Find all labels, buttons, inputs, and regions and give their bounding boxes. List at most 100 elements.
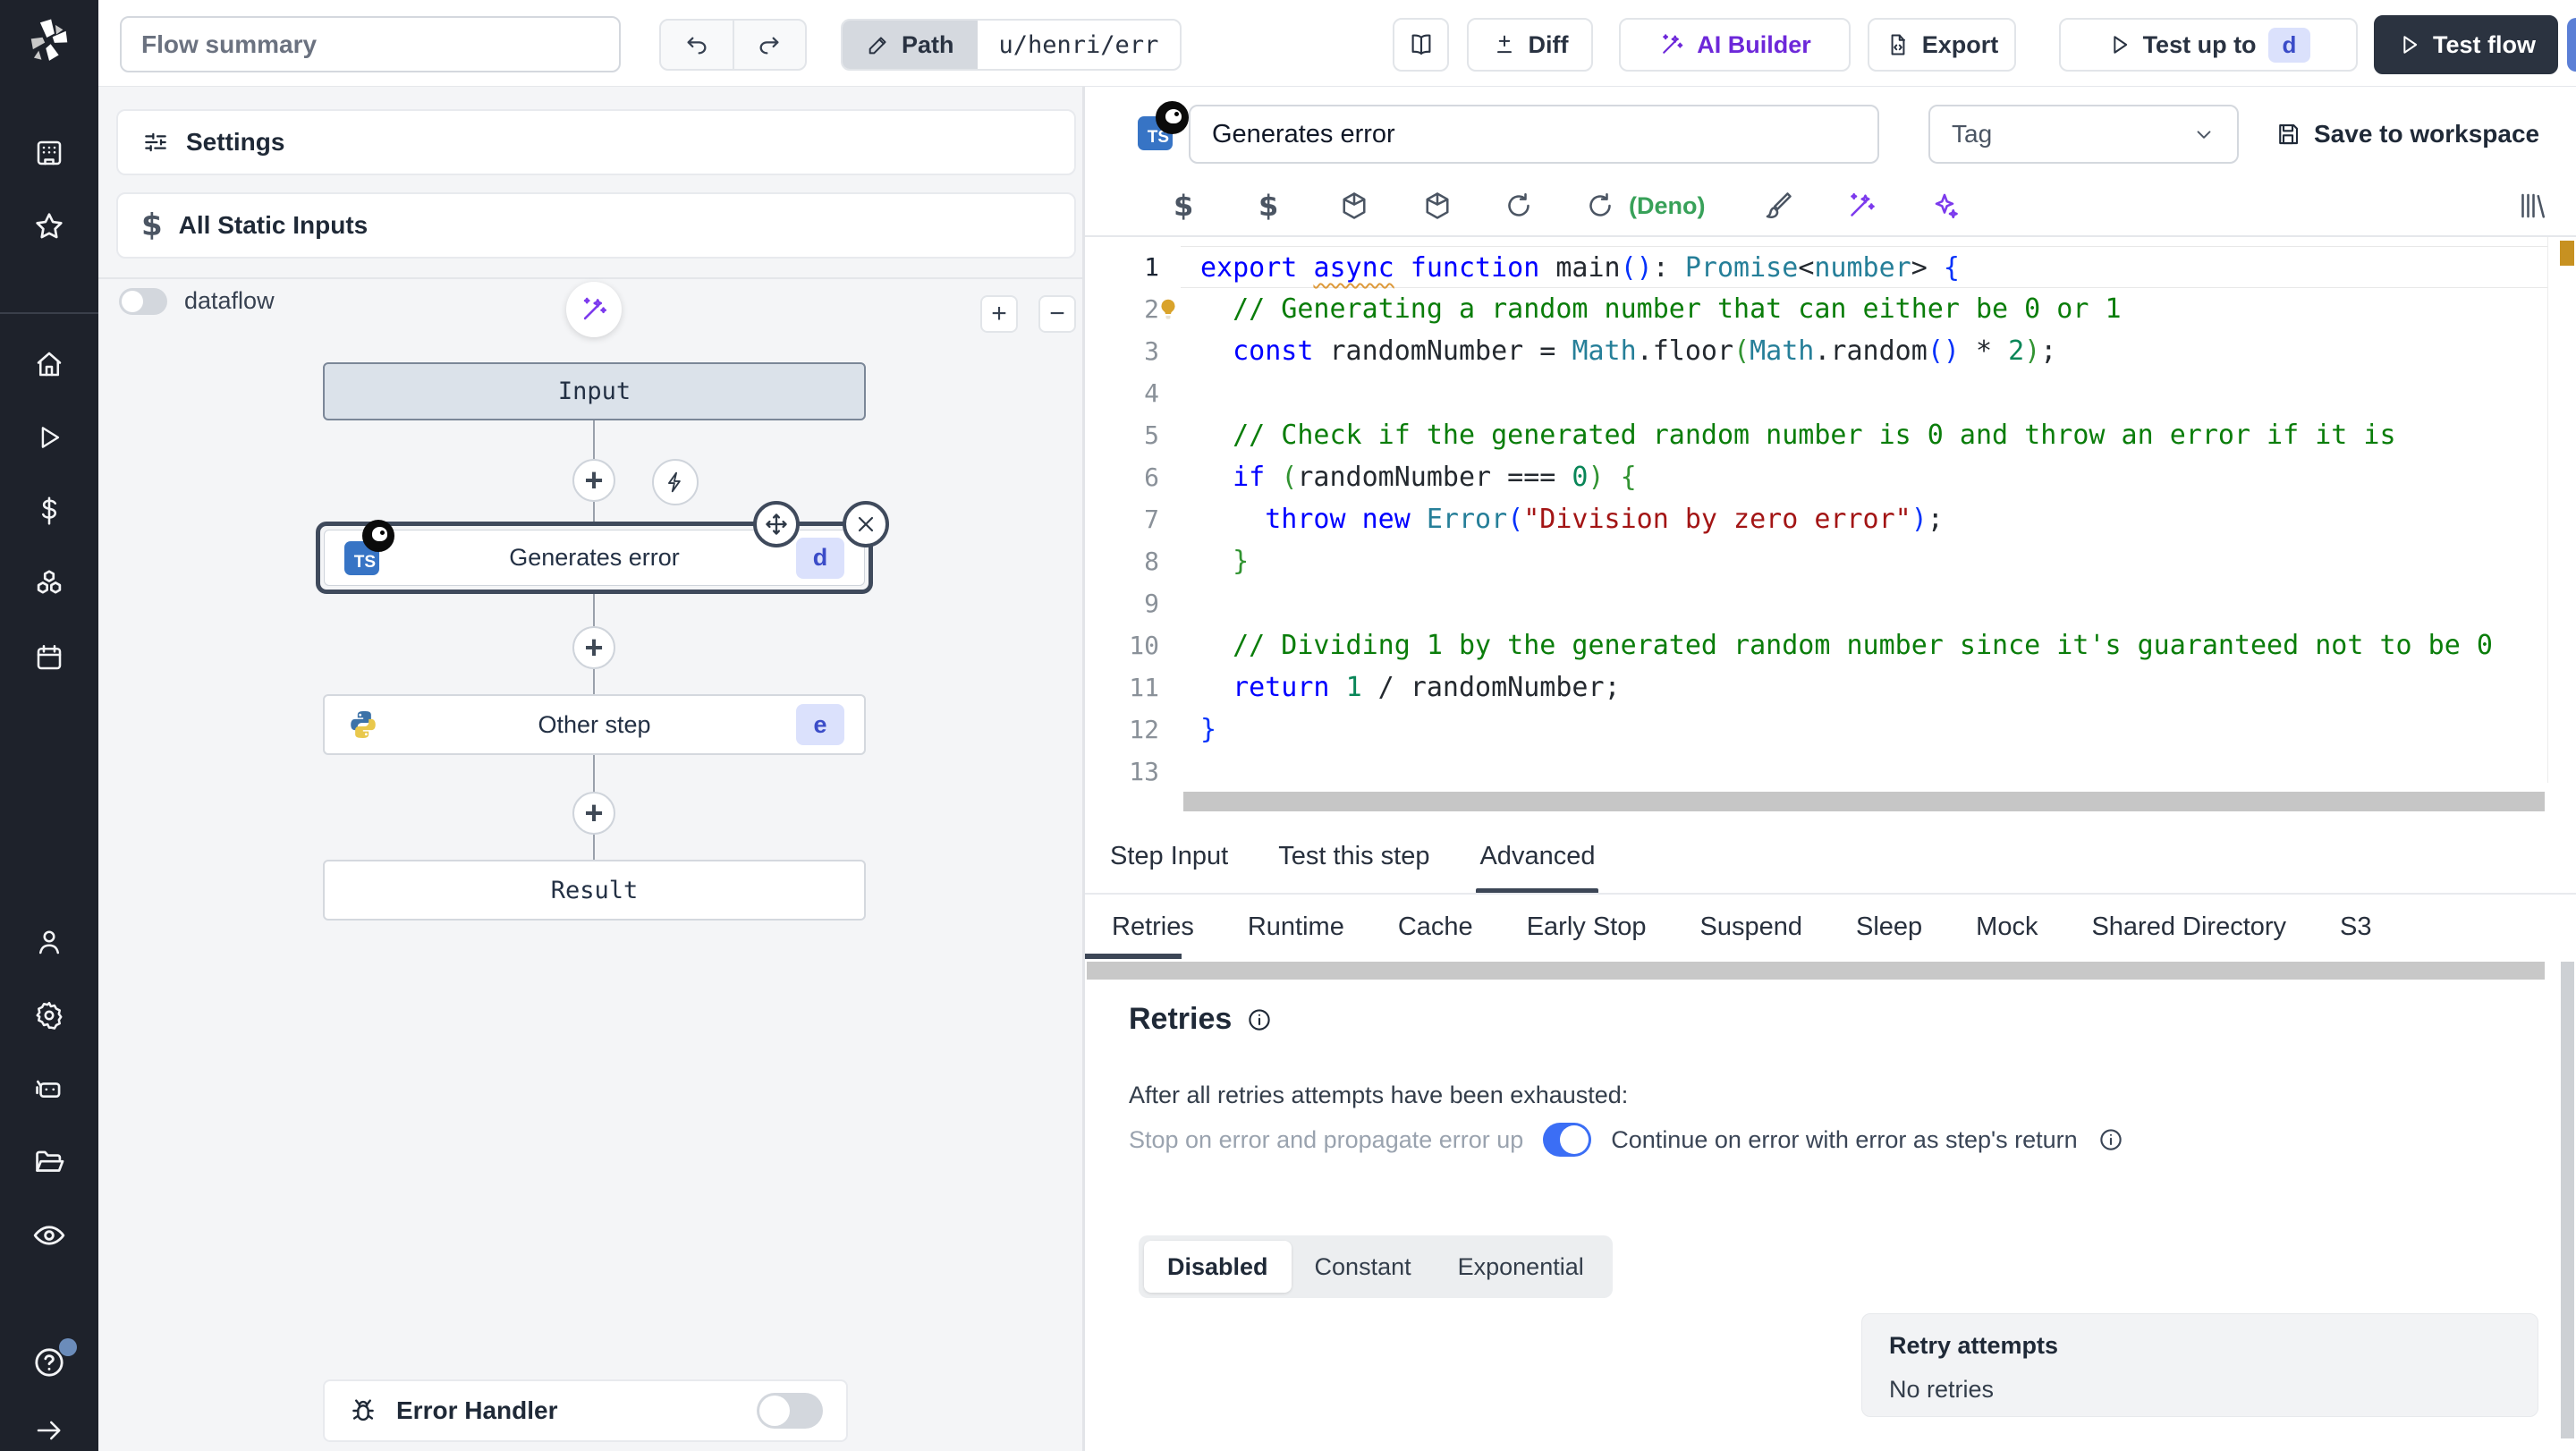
zoom-in-button[interactable]: + <box>980 295 1018 333</box>
diff-button[interactable]: Diff <box>1467 18 1593 72</box>
windmill-logo[interactable] <box>21 13 78 70</box>
zoom-out-button[interactable]: − <box>1038 295 1076 333</box>
reload-icon[interactable] <box>1503 190 1535 222</box>
dollar-static-icon[interactable]: $ <box>1174 189 1193 223</box>
retry-mode-exponential[interactable]: Exponential <box>1435 1241 1607 1293</box>
workspace-building-icon[interactable] <box>0 116 98 190</box>
move-icon <box>766 513 787 535</box>
audit-eye-icon[interactable] <box>0 1199 98 1272</box>
code-line[interactable] <box>1181 372 2547 414</box>
subtab-mock[interactable]: Mock <box>1949 895 2064 959</box>
subtab-retries[interactable]: Retries <box>1085 895 1221 959</box>
code-content[interactable]: export async function main(): Promise<nu… <box>1181 246 2547 793</box>
expand-arrow-icon[interactable] <box>0 1394 98 1451</box>
code-line[interactable]: // Dividing 1 by the generated random nu… <box>1181 624 2547 666</box>
runs-play-icon[interactable] <box>0 401 98 474</box>
step-name-input[interactable]: Generates error <box>1189 105 1879 164</box>
panel-splitter[interactable] <box>1082 87 1085 1451</box>
test-up-to-button[interactable]: Test up to d <box>2059 18 2358 72</box>
lightbulb-quickfix-icon[interactable] <box>1155 296 1182 323</box>
code-line[interactable]: if (randomNumber === 0) { <box>1181 456 2547 498</box>
runtime-reload-icon[interactable] <box>1584 190 1616 222</box>
subtabs-scrollbar[interactable] <box>1087 962 2545 980</box>
subtab-s3[interactable]: S3 <box>2313 895 2398 959</box>
windmill-flow-editor: Flow summary Path u/henri/err Diff AI Bu… <box>0 0 2576 1451</box>
favorites-star-icon[interactable] <box>0 190 98 263</box>
resources-cubes-icon[interactable] <box>0 547 98 621</box>
docs-button[interactable] <box>1393 18 1449 72</box>
code-line[interactable]: } <box>1181 540 2547 582</box>
code-line[interactable] <box>1181 582 2547 624</box>
path-edit-button[interactable]: Path <box>843 21 978 69</box>
info-icon[interactable] <box>2097 1126 2124 1153</box>
result-node-label: Result <box>550 876 639 904</box>
code-line[interactable]: } <box>1181 709 2547 751</box>
subtab-sleep[interactable]: Sleep <box>1829 895 1949 959</box>
workers-robot-icon[interactable] <box>0 1052 98 1125</box>
move-step-button[interactable] <box>753 501 800 547</box>
insert-step-button[interactable]: + <box>572 459 615 502</box>
subtab-early-stop[interactable]: Early Stop <box>1500 895 1674 959</box>
flow-node-input[interactable]: Input <box>323 362 866 420</box>
insert-step-button[interactable]: + <box>572 626 615 669</box>
tab-advanced[interactable]: Advanced <box>1454 819 1620 894</box>
flow-node-result[interactable]: Result <box>323 860 866 921</box>
code-line[interactable]: throw new Error("Division by zero error"… <box>1181 498 2547 540</box>
error-handler-card[interactable]: Error Handler <box>323 1379 848 1442</box>
code-editor[interactable]: 1 2 3 4 5 6 7 8 9 10 11 12 13 export async function … <box>1085 237 2576 819</box>
info-icon[interactable] <box>1246 1006 1273 1033</box>
static-inputs-card[interactable]: $ All Static Inputs <box>116 192 1076 259</box>
package-lock-icon[interactable] <box>1421 190 1453 222</box>
code-line[interactable]: // Check if the generated random number … <box>1181 414 2547 456</box>
save-to-workspace-button[interactable]: Save to workspace <box>2275 105 2539 164</box>
flow-summary-input[interactable]: Flow summary <box>120 16 621 72</box>
settings-card[interactable]: Settings <box>116 109 1076 175</box>
error-handler-toggle[interactable] <box>757 1393 823 1429</box>
folders-icon[interactable] <box>0 1125 98 1199</box>
help-question-icon[interactable] <box>0 1326 98 1399</box>
tag-select[interactable]: Tag <box>1928 105 2239 164</box>
user-icon[interactable] <box>0 905 98 979</box>
path-value[interactable]: u/henri/err <box>978 21 1181 69</box>
subtab-shared-directory[interactable]: Shared Directory <box>2064 895 2313 959</box>
insert-step-button[interactable]: + <box>572 792 615 835</box>
continue-on-error-toggle[interactable] <box>1543 1123 1592 1157</box>
retry-mode-disabled[interactable]: Disabled <box>1144 1241 1292 1293</box>
flow-ai-wand-button[interactable] <box>566 282 622 337</box>
flow-node-other-step[interactable]: Other step e <box>323 694 866 755</box>
code-line[interactable]: const randomNumber = Math.floor(Math.ran… <box>1181 330 2547 372</box>
trigger-bolt-button[interactable] <box>652 459 699 505</box>
editor-horizontal-scrollbar[interactable] <box>1183 792 2545 811</box>
redo-button[interactable] <box>732 21 806 69</box>
undo-button[interactable] <box>661 21 733 69</box>
subtab-suspend[interactable]: Suspend <box>1673 895 1829 959</box>
test-flow-button[interactable]: Test flow <box>2374 15 2558 74</box>
tab-test-this-step[interactable]: Test this step <box>1253 819 1454 894</box>
retry-mode-constant[interactable]: Constant <box>1292 1241 1435 1293</box>
ai-wand-icon[interactable] <box>1845 190 1877 222</box>
home-icon[interactable] <box>0 327 98 401</box>
tab-step-input[interactable]: Step Input <box>1085 819 1253 894</box>
ai-sparkles-icon[interactable] <box>1928 190 1961 222</box>
delete-step-button[interactable] <box>843 501 889 547</box>
settings-gear-icon[interactable] <box>0 979 98 1052</box>
dollar-resource-icon[interactable]: $ <box>1258 189 1278 223</box>
subtab-cache[interactable]: Cache <box>1371 895 1500 959</box>
export-button[interactable]: Export <box>1868 18 2016 72</box>
code-line[interactable]: // Generating a random number that can e… <box>1181 288 2547 330</box>
ai-builder-button[interactable]: AI Builder <box>1619 18 1851 72</box>
code-line[interactable]: return 1 / randomNumber; <box>1181 666 2547 709</box>
deno-runtime-label[interactable]: (Deno) <box>1629 192 1705 220</box>
library-icon[interactable] <box>2516 190 2548 222</box>
pencil-icon <box>869 37 886 55</box>
code-line[interactable]: export async function main(): Promise<nu… <box>1181 246 2547 288</box>
subtab-runtime[interactable]: Runtime <box>1221 895 1371 959</box>
edge <box>593 594 595 626</box>
variables-dollar-icon[interactable] <box>0 474 98 547</box>
panel-vertical-scrollbar[interactable] <box>2561 962 2574 1451</box>
package-icon[interactable] <box>1338 190 1370 222</box>
format-brush-icon[interactable] <box>1762 190 1794 222</box>
schedules-calendar-icon[interactable] <box>0 621 98 694</box>
code-line[interactable] <box>1181 751 2547 793</box>
dataflow-toggle[interactable] <box>119 288 167 315</box>
